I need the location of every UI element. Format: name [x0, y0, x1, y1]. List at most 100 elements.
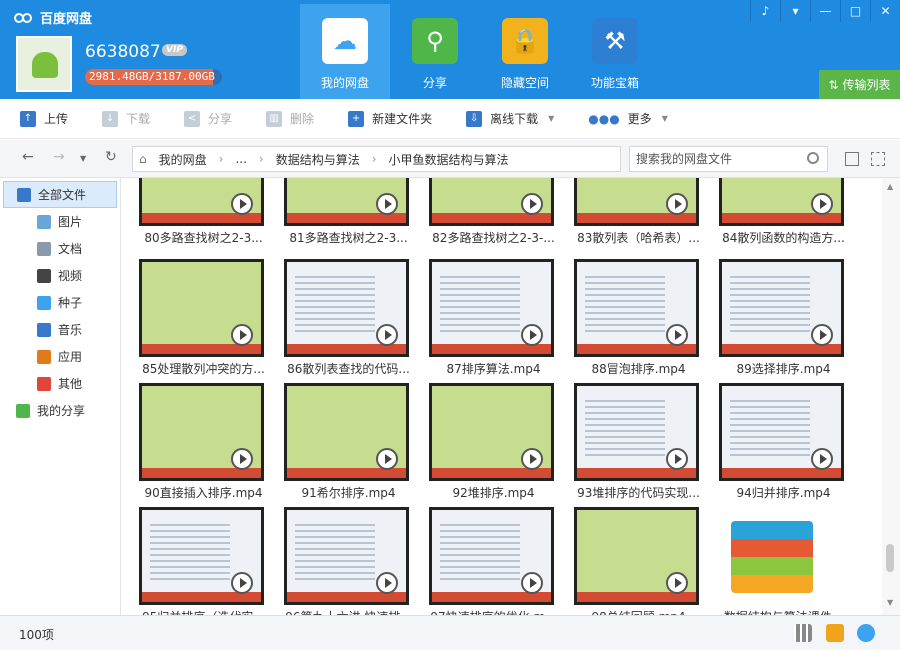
sidebar-item-other[interactable]: 其他	[0, 370, 120, 397]
chevron-down-icon[interactable]: ▼	[548, 114, 554, 123]
play-icon[interactable]	[666, 193, 688, 215]
video-file-item[interactable]: 83散列表（哈希表）...	[566, 178, 711, 252]
back-arrow-icon[interactable]: ←	[22, 149, 34, 165]
menu-icon[interactable]: ▾	[780, 0, 810, 22]
download-button[interactable]: ↓ 下载	[102, 110, 150, 127]
nav-share[interactable]: ⚲ 分享	[390, 4, 480, 99]
play-icon[interactable]	[521, 448, 543, 470]
video-file-item[interactable]: 97快速排序的优化.m...	[421, 507, 566, 615]
play-icon[interactable]	[811, 324, 833, 346]
sidebar-item-bt[interactable]: 种子	[0, 289, 120, 316]
scroll-up-icon[interactable]: ▲	[887, 182, 893, 191]
minimize-button[interactable]: —	[810, 0, 840, 22]
video-file-item[interactable]: 90直接插入排序.mp4	[131, 383, 276, 507]
video-file-item[interactable]: 88冒泡排序.mp4	[566, 259, 711, 383]
sidebar-item-folder[interactable]: 全部文件	[3, 181, 117, 208]
play-icon[interactable]	[376, 572, 398, 594]
breadcrumb-separator-icon[interactable]: ›	[372, 152, 377, 166]
forward-arrow-icon[interactable]: →	[53, 149, 65, 165]
avatar[interactable]	[16, 36, 72, 92]
sidebar-item-share[interactable]: 我的分享	[0, 397, 120, 424]
maximize-button[interactable]: □	[840, 0, 870, 22]
sidebar-item-document[interactable]: 文档	[0, 235, 120, 262]
play-icon[interactable]	[666, 324, 688, 346]
file-name: 88冒泡排序.mp4	[591, 362, 686, 376]
video-file-item[interactable]: 81多路查找树之2-3...	[276, 178, 421, 252]
sidebar-item-music[interactable]: 音乐	[0, 316, 120, 343]
vip-badge[interactable]: VIP	[162, 44, 187, 56]
play-icon[interactable]	[231, 193, 253, 215]
nav-lock[interactable]: 🔒 隐藏空间	[480, 4, 570, 99]
nav-wrench[interactable]: ⚒ 功能宝箱	[570, 4, 660, 99]
sidebar-item-video[interactable]: 视频	[0, 262, 120, 289]
bell-icon[interactable]: ♪	[750, 0, 780, 22]
video-file-item[interactable]: 85处理散列冲突的方...	[131, 259, 276, 383]
nav-label: 隐藏空间	[500, 76, 549, 90]
play-icon[interactable]	[231, 448, 253, 470]
offline-download-button[interactable]: ⇩ 离线下载 ▼	[466, 110, 554, 127]
video-file-item[interactable]: 92堆排序.mp4	[421, 383, 566, 507]
breadcrumb-item[interactable]: 我的网盘	[159, 151, 207, 168]
refresh-icon[interactable]: ↻	[105, 149, 117, 165]
video-file-item[interactable]: 91希尔排序.mp4	[276, 383, 421, 507]
play-icon[interactable]	[376, 193, 398, 215]
list-view-icon[interactable]	[845, 152, 859, 166]
transfer-list-button[interactable]: ⇅ 传输列表	[819, 70, 900, 99]
lock-status-icon[interactable]	[857, 624, 875, 642]
video-file-item[interactable]: 82多路查找树之2-3-...	[421, 178, 566, 252]
nav-cloud[interactable]: ☁ 我的网盘	[300, 4, 390, 99]
lock-icon: 🔒	[502, 18, 548, 64]
scroll-down-icon[interactable]: ▼	[887, 598, 893, 607]
grid-view-icon[interactable]	[871, 152, 885, 166]
sidebar-item-app[interactable]: 应用	[0, 343, 120, 370]
video-file-item[interactable]: 89选择排序.mp4	[711, 259, 856, 383]
video-file-item[interactable]: 86散列表查找的代码...	[276, 259, 421, 383]
video-file-item[interactable]: 96第九十六讲 快速排...	[276, 507, 421, 615]
file-name: 94归并排序.mp4	[736, 486, 831, 500]
upload-arrow-icon[interactable]	[826, 624, 844, 642]
video-file-item[interactable]: 84散列函数的构造方...	[711, 178, 856, 252]
delete-button[interactable]: ▥ 删除	[266, 110, 314, 127]
play-icon[interactable]	[521, 324, 543, 346]
scrollbar[interactable]: ▲ ▼	[882, 178, 900, 615]
video-file-item[interactable]: 80多路查找树之2-3...	[131, 178, 276, 252]
breadcrumb-item[interactable]: 数据结构与算法	[276, 151, 360, 168]
video-file-item[interactable]: 87排序算法.mp4	[421, 259, 566, 383]
play-icon[interactable]	[521, 193, 543, 215]
play-icon[interactable]	[231, 324, 253, 346]
upload-button[interactable]: ↑ 上传	[20, 110, 68, 127]
play-icon[interactable]	[376, 324, 398, 346]
more-button[interactable]: ●●● 更多 ▼	[588, 110, 668, 127]
play-icon[interactable]	[811, 193, 833, 215]
play-icon[interactable]	[666, 572, 688, 594]
play-icon[interactable]	[376, 448, 398, 470]
breadcrumb-item[interactable]: ...	[235, 152, 246, 166]
breadcrumb-item[interactable]: 小甲鱼数据结构与算法	[389, 151, 509, 168]
play-icon[interactable]	[521, 572, 543, 594]
video-file-item[interactable]: 95归并排序（迭代实...	[131, 507, 276, 615]
new-folder-button[interactable]: + 新建文件夹	[348, 110, 432, 127]
history-dropdown-icon[interactable]: ▼	[80, 154, 86, 163]
grid-toggle-icon[interactable]	[794, 624, 812, 642]
file-name: 82多路查找树之2-3-...	[432, 231, 555, 245]
chevron-down-icon[interactable]: ▼	[662, 114, 668, 123]
play-icon[interactable]	[231, 572, 253, 594]
sidebar-item-image[interactable]: 图片	[0, 208, 120, 235]
offline-download-icon: ⇩	[466, 110, 483, 127]
search-input[interactable]	[630, 147, 800, 171]
close-button[interactable]: ✕	[870, 0, 900, 22]
breadcrumb-separator-icon[interactable]: ›	[259, 152, 264, 166]
home-icon[interactable]: ⌂	[139, 152, 147, 166]
video-file-item[interactable]: 93堆排序的代码实现...	[566, 383, 711, 507]
scroll-thumb[interactable]	[886, 544, 894, 572]
play-icon[interactable]	[666, 448, 688, 470]
search-icon[interactable]	[807, 152, 819, 164]
video-file-item[interactable]: 98总结回顾.mp4	[566, 507, 711, 615]
breadcrumb-separator-icon[interactable]: ›	[219, 152, 224, 166]
play-icon[interactable]	[811, 448, 833, 470]
folder-item[interactable]: 数据结构与算法课件...	[711, 507, 856, 615]
share-button[interactable]: < 分享	[184, 110, 232, 127]
music-icon	[37, 322, 51, 337]
video-file-item[interactable]: 94归并排序.mp4	[711, 383, 856, 507]
video-thumbnail	[574, 259, 699, 357]
